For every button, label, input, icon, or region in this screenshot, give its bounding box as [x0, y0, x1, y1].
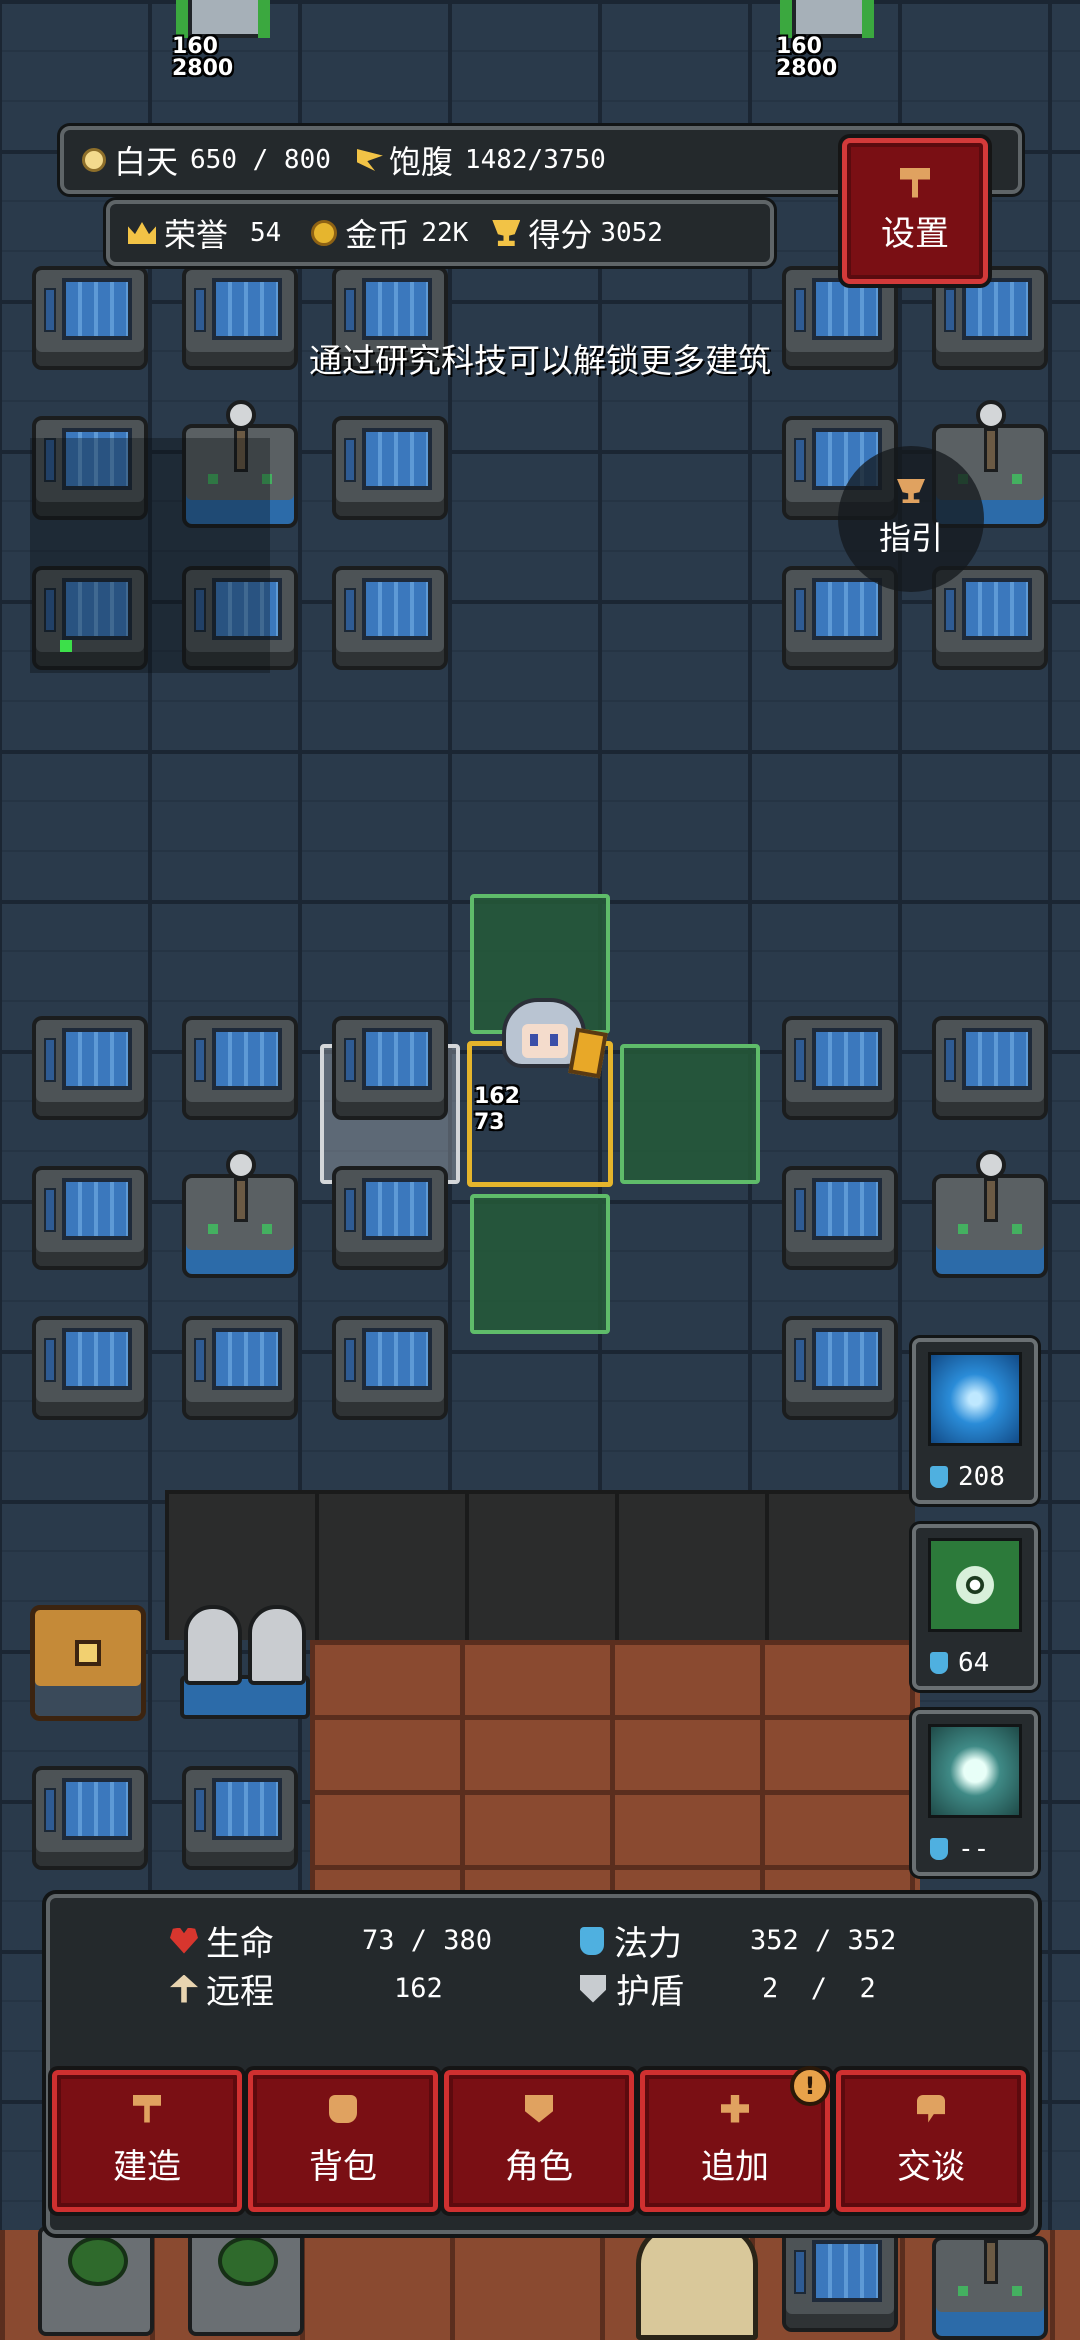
guide-icon [897, 479, 925, 503]
machine-building[interactable] [932, 566, 1048, 670]
eye-skill-icon [928, 1538, 1022, 1632]
guide-label: 指引 [878, 519, 943, 557]
gold-label: 金币 [345, 216, 410, 254]
machine-building[interactable] [332, 566, 448, 670]
day-value: 650 / 800 [190, 145, 331, 175]
sun-icon [82, 148, 106, 172]
brick-floor-bottom [0, 2230, 1080, 2340]
machine-building[interactable] [782, 1016, 898, 1120]
gold-value: 22K [421, 218, 469, 248]
machine-building[interactable] [182, 1766, 298, 1870]
bag-icon [329, 2094, 357, 2123]
hint-message: 通过研究科技可以解锁更多建筑 [309, 341, 771, 380]
hammer-icon [133, 2094, 161, 2123]
machine-building[interactable] [32, 1016, 148, 1120]
skill-card-shield[interactable]: -- [912, 1710, 1038, 1876]
skill-cost: 64 [958, 1648, 990, 1678]
day-label: 白天 [114, 143, 179, 181]
food-icon [356, 149, 383, 171]
machine-building[interactable] [332, 1016, 448, 1120]
settings-button[interactable]: 设置 [842, 138, 988, 284]
machine-building[interactable] [782, 1166, 898, 1270]
score-value: 3052 [600, 218, 663, 248]
mana-icon [930, 1652, 948, 1674]
storage-chest[interactable] [30, 1605, 146, 1721]
mana-icon [930, 1838, 948, 1860]
hammer-icon [900, 167, 930, 198]
hero-attack: 162 [474, 1084, 520, 1109]
food-value: 1482/3750 [464, 145, 606, 175]
mana-label: 法力 [614, 1924, 682, 1964]
hero-health: 73 [474, 1110, 505, 1135]
settings-label: 设置 [881, 213, 949, 254]
machine-building[interactable] [32, 1316, 148, 1420]
enemy-health: 2800 [172, 56, 234, 81]
score-bar: 荣誉 54 金币 22K 得分 3052 [106, 200, 774, 266]
move-tile-down[interactable] [470, 1194, 610, 1334]
ranged-label: 远程 [206, 1972, 274, 2012]
ranged-value: 162 [394, 1973, 443, 2004]
machine-building[interactable] [932, 1016, 1048, 1120]
turret-building[interactable] [932, 2212, 1048, 2340]
machine-building[interactable] [32, 1166, 148, 1270]
honor-value: 54 [250, 218, 282, 248]
food-label: 饱腹 [388, 143, 453, 181]
guide-button[interactable]: 指引 [838, 446, 984, 592]
status-indicator [60, 640, 72, 652]
lightning-skill-icon [928, 1352, 1022, 1446]
shield-value: 2 / 2 [762, 1973, 876, 2004]
machine-building[interactable] [332, 1166, 448, 1270]
machine-building[interactable] [332, 1316, 448, 1420]
shield-icon [580, 1974, 606, 2003]
build-label: 建造 [113, 2146, 181, 2187]
talk-button[interactable]: 交谈 [836, 2070, 1026, 2212]
ranged-icon [170, 1974, 198, 2003]
machine-building[interactable] [182, 1016, 298, 1120]
life-label: 生命 [206, 1924, 274, 1964]
character-label: 角色 [505, 2146, 573, 2187]
mana-value: 352 / 352 [750, 1925, 897, 1956]
mana-icon [930, 1466, 948, 1488]
machine-building[interactable] [182, 1316, 298, 1420]
honor-label: 荣誉 [164, 216, 229, 254]
plus-icon [721, 2094, 749, 2123]
skill-cost: -- [958, 1834, 990, 1864]
machine-building[interactable] [782, 1316, 898, 1420]
bag-button[interactable]: 背包 [248, 2070, 438, 2212]
machine-building[interactable] [332, 416, 448, 520]
move-tile-right[interactable] [620, 1044, 760, 1184]
turret-building[interactable] [932, 1150, 1048, 1278]
talk-label: 交谈 [897, 2146, 965, 2187]
bag-label: 背包 [309, 2146, 377, 2187]
life-value: 73 / 380 [362, 1925, 493, 1956]
alert-badge: ! [790, 2066, 830, 2106]
skill-card-lightning[interactable]: 208 [912, 1338, 1038, 1504]
coin-icon [311, 220, 338, 246]
storage-tanks[interactable] [180, 1605, 310, 1721]
skill-card-eye[interactable]: 64 [912, 1524, 1038, 1690]
add-label: 追加 [701, 2146, 769, 2187]
build-button[interactable]: 建造 [52, 2070, 242, 2212]
heart-icon [170, 1927, 198, 1954]
gate-building[interactable] [636, 2224, 758, 2340]
shield-label: 护盾 [616, 1972, 684, 2012]
tree-planter[interactable] [38, 2226, 154, 2336]
tree-planter[interactable] [188, 2226, 304, 2336]
enemy-attack: 160 [776, 34, 822, 59]
enemy-health: 2800 [776, 56, 838, 81]
enemy-attack: 160 [172, 34, 218, 59]
machine-building[interactable] [32, 1766, 148, 1870]
shield-skill-icon [928, 1724, 1022, 1818]
crown-icon [128, 222, 156, 244]
score-label: 得分 [528, 216, 593, 254]
turret-building[interactable] [182, 1150, 298, 1278]
mana-icon [580, 1926, 604, 1955]
trophy-icon [492, 220, 521, 246]
character-button[interactable]: 角色 [444, 2070, 634, 2212]
selection-overlay [30, 438, 270, 673]
speech-icon [917, 2094, 945, 2123]
skill-cost: 208 [958, 1462, 1005, 1492]
character-icon [525, 2094, 553, 2123]
machine-building[interactable] [782, 2228, 898, 2332]
